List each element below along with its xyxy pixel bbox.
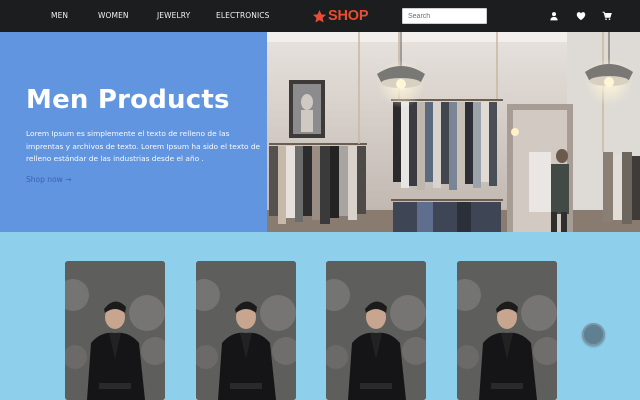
heart-icon[interactable] (576, 11, 586, 21)
product-card[interactable] (457, 261, 557, 400)
top-navbar: MEN WOMEN JEWELRY ELECTRONICS SHOP (0, 0, 640, 32)
floating-action-button[interactable] (582, 323, 605, 346)
nav-link-men[interactable]: MEN (51, 0, 68, 32)
product-image (457, 261, 557, 400)
star-icon (312, 9, 327, 22)
shop-logo[interactable]: SHOP (312, 6, 368, 26)
nav-link-electronics[interactable]: ELECTRONICS (216, 0, 270, 32)
hero-text-panel: Men Products Lorem Ipsum es simplemente … (0, 32, 267, 232)
shop-now-link[interactable]: Shop now → (26, 175, 71, 184)
product-image (326, 261, 426, 400)
product-card[interactable] (65, 261, 165, 400)
product-image (196, 261, 296, 400)
product-card[interactable] (326, 261, 426, 400)
user-icon[interactable] (549, 11, 559, 21)
product-card[interactable] (196, 261, 296, 400)
search-input[interactable] (402, 8, 487, 24)
hero-title: Men Products (26, 85, 230, 115)
nav-link-jewelry[interactable]: JEWELRY (157, 0, 190, 32)
hero-description: Lorem Ipsum es simplemente el texto de r… (26, 129, 261, 163)
hero-store-image (267, 32, 640, 232)
product-image (65, 261, 165, 400)
logo-text: SHOP (328, 8, 369, 24)
nav-link-women[interactable]: WOMEN (98, 0, 129, 32)
cart-icon[interactable] (602, 11, 612, 21)
